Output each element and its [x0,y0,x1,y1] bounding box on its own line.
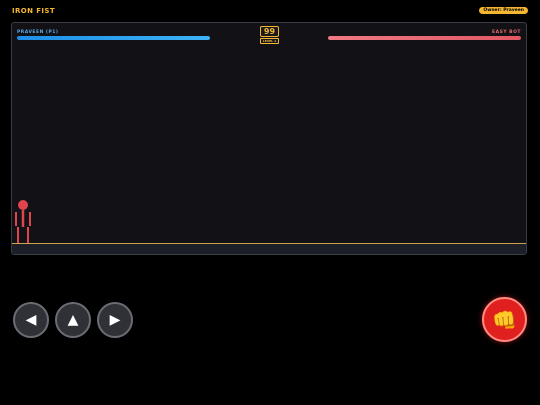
level-indicator: LEVEL 1 [260,38,279,44]
floor-area [12,244,526,254]
jump-button[interactable]: ▲ [55,302,91,338]
game-title: IRON FIST [12,7,56,15]
game-screen: IRON FIST Owner: Praveen PRAVEEN (P1) EA… [0,0,540,405]
punch-button[interactable]: 👊 [482,297,527,342]
move-right-button[interactable]: ▶ [97,302,133,338]
player2-health-bar [328,36,521,40]
owner-badge: Owner: Praveen [479,7,528,14]
arena: PRAVEEN (P1) EASY BOT 99 LEVEL 1 [11,22,527,255]
move-left-button[interactable]: ◀ [13,302,49,338]
arrow-right-icon: ▶ [109,312,121,328]
round-timer: 99 [260,26,279,37]
player1-health-bar [17,36,210,40]
stick-figure-icon [15,200,31,243]
player2-name: EASY BOT [492,30,521,35]
fist-icon: 👊 [492,307,517,332]
arrow-up-icon: ▲ [67,312,79,328]
floor-line [12,243,526,244]
player2-health-fill [328,36,521,40]
player1-health-fill [17,36,210,40]
player1-name: PRAVEEN (P1) [17,30,59,35]
arrow-left-icon: ◀ [25,312,37,328]
